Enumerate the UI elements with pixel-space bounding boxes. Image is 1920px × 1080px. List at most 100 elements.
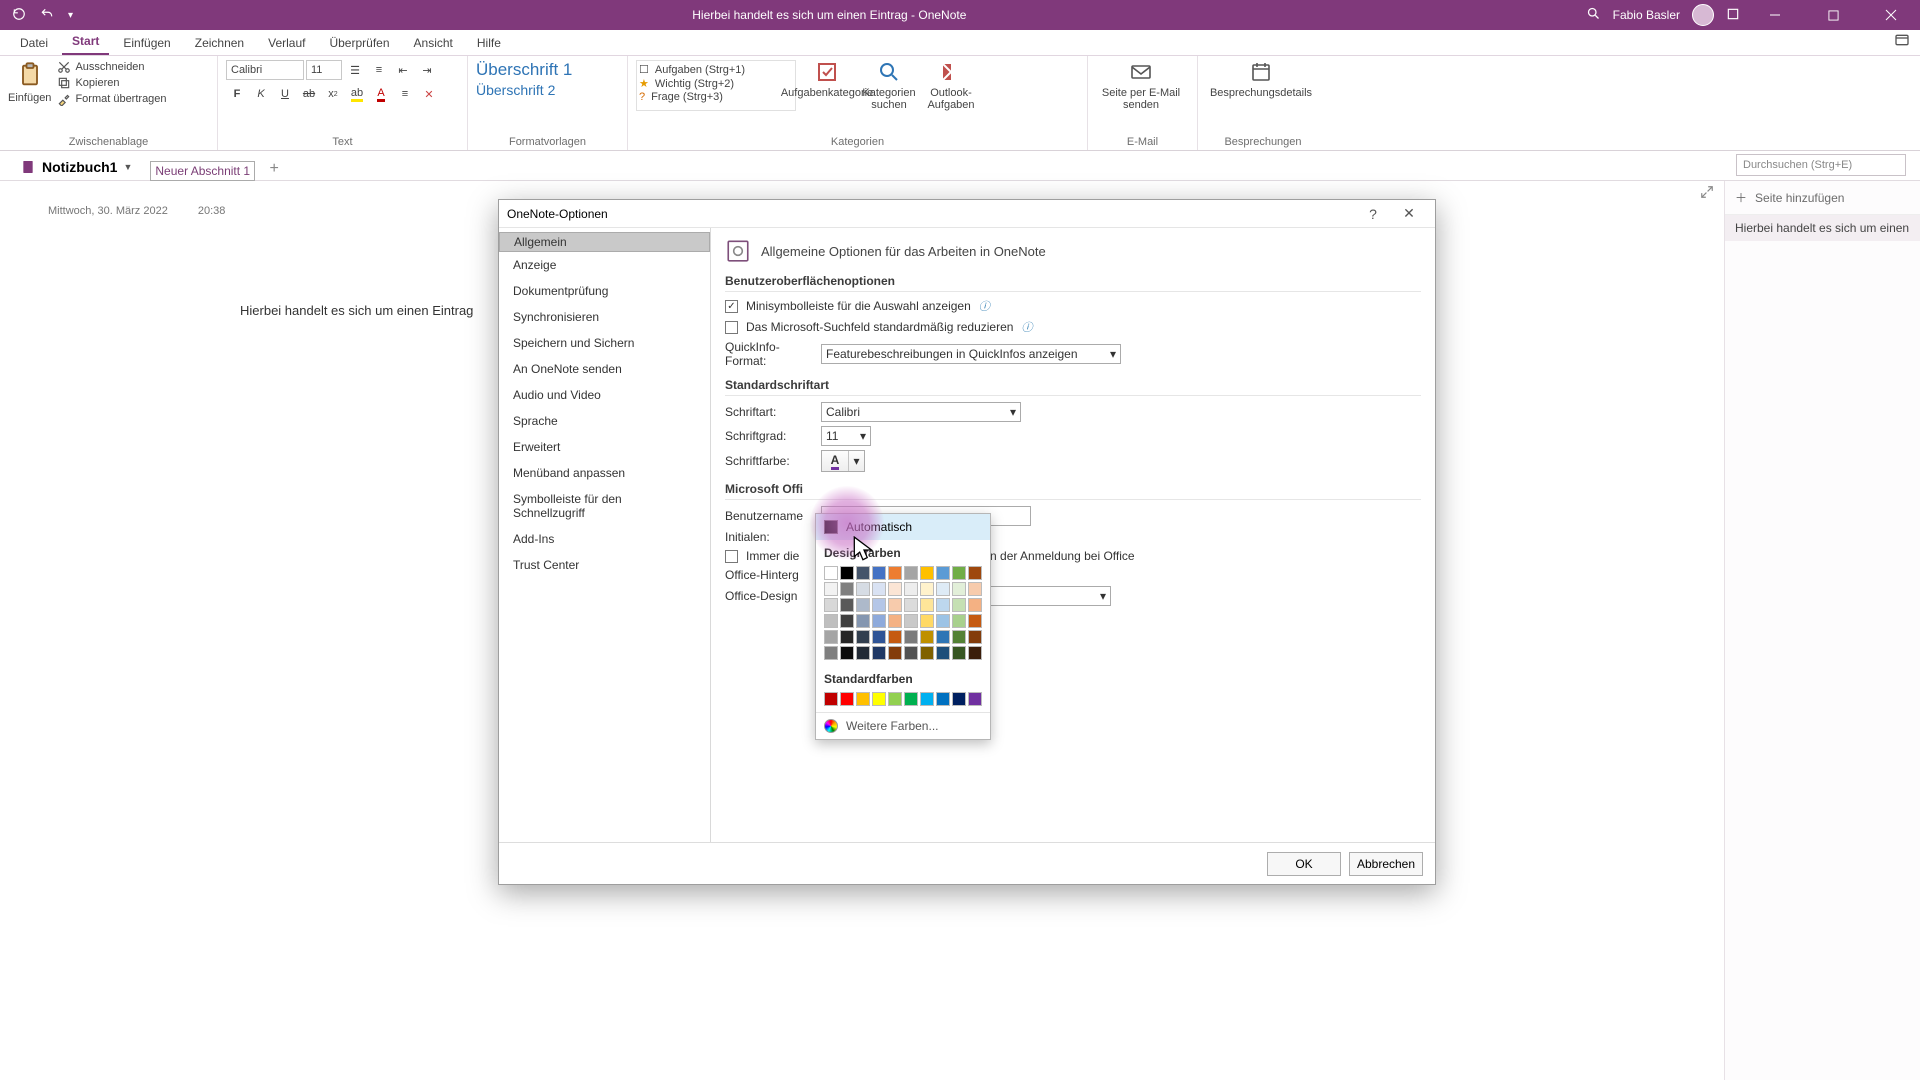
meeting-details-button[interactable]: Besprechungsdetails — [1206, 60, 1316, 99]
color-swatch[interactable] — [872, 598, 886, 612]
nav-audio[interactable]: Audio und Video — [499, 382, 710, 408]
color-swatch[interactable] — [856, 614, 870, 628]
color-swatch[interactable] — [936, 566, 950, 580]
font-size-combo[interactable]: 11 — [306, 60, 342, 80]
color-swatch[interactable] — [856, 630, 870, 644]
color-swatch[interactable] — [920, 566, 934, 580]
default-font-select[interactable]: Calibri▾ — [821, 402, 1021, 422]
style-ueberschrift1[interactable]: Überschrift 1 — [476, 60, 619, 80]
notebook-selector[interactable]: Notizbuch1 ▼ — [10, 154, 142, 180]
color-swatch[interactable] — [904, 598, 918, 612]
more-colors-button[interactable]: Weitere Farben... — [816, 712, 990, 739]
info-icon[interactable]: ⓘ — [1021, 319, 1032, 335]
color-swatch[interactable] — [888, 692, 902, 706]
color-swatch[interactable] — [888, 566, 902, 580]
indent-dec-button[interactable]: ⇤ — [392, 60, 414, 80]
color-swatch[interactable] — [904, 692, 918, 706]
color-swatch[interactable] — [888, 646, 902, 660]
color-swatch[interactable] — [952, 598, 966, 612]
color-swatch[interactable] — [824, 582, 838, 596]
font-color-dropdown[interactable]: A ▾ — [821, 450, 865, 472]
color-swatch[interactable] — [840, 566, 854, 580]
nav-sprache[interactable]: Sprache — [499, 408, 710, 434]
color-swatch[interactable] — [952, 614, 966, 628]
color-swatch[interactable] — [840, 692, 854, 706]
underline-button[interactable]: U — [274, 84, 296, 104]
tab-verlauf[interactable]: Verlauf — [258, 32, 315, 55]
color-swatch[interactable] — [952, 692, 966, 706]
color-swatch[interactable] — [856, 566, 870, 580]
email-page-button[interactable]: Seite per E-Mail senden — [1096, 60, 1186, 111]
color-swatch[interactable] — [824, 614, 838, 628]
color-swatch[interactable] — [936, 646, 950, 660]
close-button[interactable] — [1868, 0, 1914, 30]
color-swatch[interactable] — [888, 598, 902, 612]
clear-fmt-button[interactable]: ✕ — [418, 84, 440, 104]
color-swatch[interactable] — [952, 630, 966, 644]
color-swatch[interactable] — [952, 646, 966, 660]
color-swatch[interactable] — [936, 630, 950, 644]
task-category-button[interactable]: Aufgabenkategorie — [796, 60, 858, 111]
color-swatch[interactable] — [904, 582, 918, 596]
color-swatch[interactable] — [920, 646, 934, 660]
color-swatch[interactable] — [904, 566, 918, 580]
add-section-button[interactable]: + — [263, 158, 285, 180]
bullets-button[interactable]: ☰ — [344, 60, 366, 80]
color-swatch[interactable] — [824, 692, 838, 706]
color-swatch[interactable] — [920, 630, 934, 644]
color-swatch[interactable] — [888, 630, 902, 644]
color-swatch[interactable] — [920, 582, 934, 596]
default-size-select[interactable]: 11▾ — [821, 426, 871, 446]
nav-speichern[interactable]: Speichern und Sichern — [499, 330, 710, 356]
quickinfo-select[interactable]: Featurebeschreibungen in QuickInfos anze… — [821, 344, 1121, 364]
color-swatch[interactable] — [936, 692, 950, 706]
maximize-button[interactable] — [1810, 0, 1856, 30]
color-swatch[interactable] — [952, 582, 966, 596]
section-tab[interactable]: Neuer Abschnitt 1 — [150, 161, 255, 181]
color-swatch[interactable] — [888, 582, 902, 596]
nav-dokumentpruefung[interactable]: Dokumentprüfung — [499, 278, 710, 304]
format-painter-button[interactable]: Format übertragen — [57, 92, 166, 106]
color-swatch[interactable] — [824, 566, 838, 580]
user-name[interactable]: Fabio Basler — [1613, 8, 1680, 22]
color-swatch[interactable] — [888, 614, 902, 628]
tab-start[interactable]: Start — [62, 30, 109, 55]
color-swatch[interactable] — [968, 566, 982, 580]
color-automatic[interactable]: Automatisch — [816, 514, 990, 540]
color-swatch[interactable] — [968, 582, 982, 596]
highlight-button[interactable]: ab — [346, 84, 368, 104]
tab-zeichnen[interactable]: Zeichnen — [185, 32, 254, 55]
color-swatch[interactable] — [904, 646, 918, 660]
font-name-combo[interactable]: Calibri — [226, 60, 304, 80]
search-input[interactable]: Durchsuchen (Strg+E) — [1736, 154, 1906, 176]
color-swatch[interactable] — [968, 646, 982, 660]
color-swatch[interactable] — [840, 614, 854, 628]
page-text[interactable]: Hierbei handelt es sich um einen Eintrag — [240, 303, 473, 318]
color-swatch[interactable] — [824, 598, 838, 612]
undo-icon[interactable] — [40, 7, 54, 24]
color-swatch[interactable] — [856, 598, 870, 612]
tab-ansicht[interactable]: Ansicht — [404, 32, 463, 55]
color-swatch[interactable] — [904, 614, 918, 628]
nav-schnellzugriff[interactable]: Symbolleiste für den Schnellzugriff — [499, 486, 710, 526]
tab-hilfe[interactable]: Hilfe — [467, 32, 511, 55]
info-icon[interactable]: ⓘ — [979, 298, 990, 314]
color-swatch[interactable] — [920, 692, 934, 706]
tab-einfuegen[interactable]: Einfügen — [113, 32, 180, 55]
dialog-close-button[interactable]: ✕ — [1391, 205, 1427, 222]
minimize-button[interactable] — [1752, 0, 1798, 30]
avatar[interactable] — [1692, 4, 1714, 26]
color-swatch[interactable] — [840, 598, 854, 612]
color-swatch[interactable] — [936, 598, 950, 612]
autosave-icon[interactable] — [12, 7, 26, 24]
checkbox-always-use[interactable] — [725, 550, 738, 563]
expand-icon[interactable] — [1700, 185, 1714, 204]
cancel-button[interactable]: Abbrechen — [1349, 852, 1423, 876]
italic-button[interactable]: K — [250, 84, 272, 104]
copy-button[interactable]: Kopieren — [57, 76, 166, 90]
outlook-tasks-button[interactable]: Outlook-Aufgaben — [920, 60, 982, 111]
nav-synchronisieren[interactable]: Synchronisieren — [499, 304, 710, 330]
nav-allgemein[interactable]: Allgemein — [499, 232, 710, 252]
dialog-help-button[interactable]: ? — [1355, 206, 1391, 222]
align-button[interactable]: ≡ — [394, 84, 416, 104]
